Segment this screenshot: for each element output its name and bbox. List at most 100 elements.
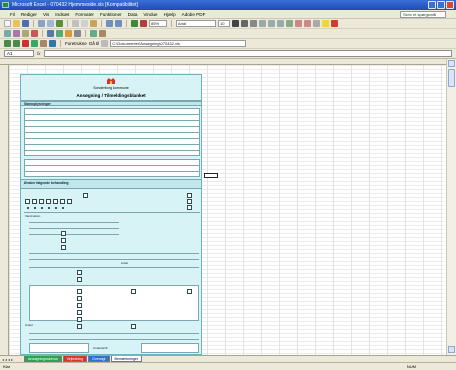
- currency-icon[interactable]: [295, 20, 302, 27]
- toolbar-button-icon[interactable]: [13, 30, 20, 37]
- italic-icon[interactable]: [241, 20, 248, 27]
- search-web-icon[interactable]: [49, 40, 56, 47]
- checkbox[interactable]: [77, 303, 82, 308]
- stop-icon[interactable]: [22, 40, 29, 47]
- toolbar-button-icon[interactable]: [99, 30, 106, 37]
- checkbox[interactable]: [77, 310, 82, 315]
- fill-color-icon[interactable]: [322, 20, 329, 27]
- open-icon[interactable]: [13, 20, 20, 27]
- checkbox[interactable]: [61, 231, 66, 236]
- checkbox[interactable]: [187, 289, 192, 294]
- checkbox[interactable]: [83, 193, 88, 198]
- underline-icon[interactable]: [250, 20, 257, 27]
- checkbox[interactable]: [32, 199, 37, 204]
- menu-adobe-pdf[interactable]: Adobe PDF: [182, 12, 206, 17]
- checkbox[interactable]: [187, 205, 192, 210]
- menu-insert[interactable]: Indsæt: [55, 12, 69, 17]
- font-size-select[interactable]: 10: [218, 20, 230, 27]
- show-only-web-toolbar-icon[interactable]: [101, 40, 109, 47]
- menu-format[interactable]: Formater: [75, 12, 94, 17]
- menu-tools[interactable]: Funktioner: [100, 12, 122, 17]
- percent-icon[interactable]: [304, 20, 311, 27]
- chart-wizard-icon[interactable]: [140, 20, 147, 27]
- print-icon[interactable]: [38, 20, 45, 27]
- align-center-icon[interactable]: [268, 20, 275, 27]
- autosum-icon[interactable]: [131, 20, 138, 27]
- checkbox[interactable]: [25, 199, 30, 204]
- checkbox[interactable]: [187, 199, 192, 204]
- toolbar-button-icon[interactable]: [90, 30, 97, 37]
- menu-help[interactable]: Hjælp: [164, 12, 176, 17]
- vertical-scrollbar[interactable]: [446, 59, 456, 355]
- favorites-menu[interactable]: Foretrukne: [65, 41, 87, 46]
- treatment-options-table[interactable]: [29, 285, 199, 321]
- forward-icon[interactable]: [13, 40, 20, 47]
- checkbox[interactable]: [77, 277, 82, 282]
- toolbar-button-icon[interactable]: [31, 30, 38, 37]
- checkbox[interactable]: [131, 324, 136, 329]
- checkbox[interactable]: [39, 199, 44, 204]
- toolbar-button-icon[interactable]: [4, 30, 11, 37]
- worksheet-area[interactable]: Sonderborg kommune Ansøgning / Tilmeldin…: [0, 59, 456, 355]
- signature-field[interactable]: [29, 343, 89, 353]
- toolbar-button-icon[interactable]: [47, 30, 54, 37]
- toolbar-button-icon[interactable]: [74, 30, 81, 37]
- menu-edit[interactable]: Rediger: [21, 12, 37, 17]
- save-icon[interactable]: [22, 20, 29, 27]
- toolbar-button-icon[interactable]: [56, 30, 63, 37]
- print-preview-icon[interactable]: [47, 20, 54, 27]
- refresh-icon[interactable]: [31, 40, 38, 47]
- minimize-button[interactable]: [428, 1, 436, 9]
- checkbox[interactable]: [77, 270, 82, 275]
- scroll-up-icon[interactable]: [448, 60, 455, 67]
- checkbox[interactable]: [77, 296, 82, 301]
- address-input[interactable]: C:\Dokumenter\Ansøgning\070432.xls: [110, 40, 247, 47]
- close-button[interactable]: [446, 1, 454, 9]
- undo-icon[interactable]: [106, 20, 113, 27]
- align-left-icon[interactable]: [259, 20, 266, 27]
- new-icon[interactable]: [4, 20, 11, 27]
- menu-data[interactable]: Data: [128, 12, 138, 17]
- note-box[interactable]: [204, 173, 218, 178]
- menu-window[interactable]: Vindue: [143, 12, 157, 17]
- toolbar-button-icon[interactable]: [65, 30, 72, 37]
- name-box[interactable]: A1: [4, 50, 34, 57]
- cut-icon[interactable]: [72, 20, 79, 27]
- checkbox[interactable]: [77, 317, 82, 322]
- row-headers[interactable]: [0, 65, 9, 355]
- font-name-select[interactable]: Arial: [176, 20, 216, 27]
- paste-icon[interactable]: [90, 20, 97, 27]
- checkbox[interactable]: [53, 199, 58, 204]
- checkbox[interactable]: [67, 199, 72, 204]
- checkbox[interactable]: [46, 199, 51, 204]
- copy-icon[interactable]: [81, 20, 88, 27]
- bold-icon[interactable]: [232, 20, 239, 27]
- back-icon[interactable]: [4, 40, 11, 47]
- date-field[interactable]: [141, 343, 199, 353]
- toolbar-button-icon[interactable]: [22, 30, 29, 37]
- checkbox[interactable]: [61, 245, 66, 250]
- fx-icon[interactable]: fx: [37, 51, 41, 56]
- checkbox[interactable]: [60, 199, 65, 204]
- help-search-input[interactable]: Skriv et spørgsmål: [400, 11, 446, 18]
- checkbox[interactable]: [77, 289, 82, 294]
- redo-icon[interactable]: [115, 20, 122, 27]
- goto-menu[interactable]: Gå til: [89, 41, 100, 46]
- contact-details-table[interactable]: [24, 159, 200, 177]
- spelling-icon[interactable]: [56, 20, 63, 27]
- align-right-icon[interactable]: [277, 20, 284, 27]
- checkbox[interactable]: [61, 238, 66, 243]
- menu-file[interactable]: Fil: [10, 12, 15, 17]
- checkbox[interactable]: [77, 324, 82, 329]
- checkbox[interactable]: [187, 193, 192, 198]
- zoom-select[interactable]: 85%: [149, 20, 167, 27]
- merge-center-icon[interactable]: [286, 20, 293, 27]
- scroll-down-icon[interactable]: [448, 346, 455, 353]
- maximize-button[interactable]: [437, 1, 445, 9]
- checkbox[interactable]: [131, 289, 136, 294]
- formula-input[interactable]: [43, 50, 452, 57]
- borders-icon[interactable]: [313, 20, 320, 27]
- font-color-icon[interactable]: [331, 20, 338, 27]
- menu-view[interactable]: Vis: [43, 12, 49, 17]
- home-icon[interactable]: [40, 40, 47, 47]
